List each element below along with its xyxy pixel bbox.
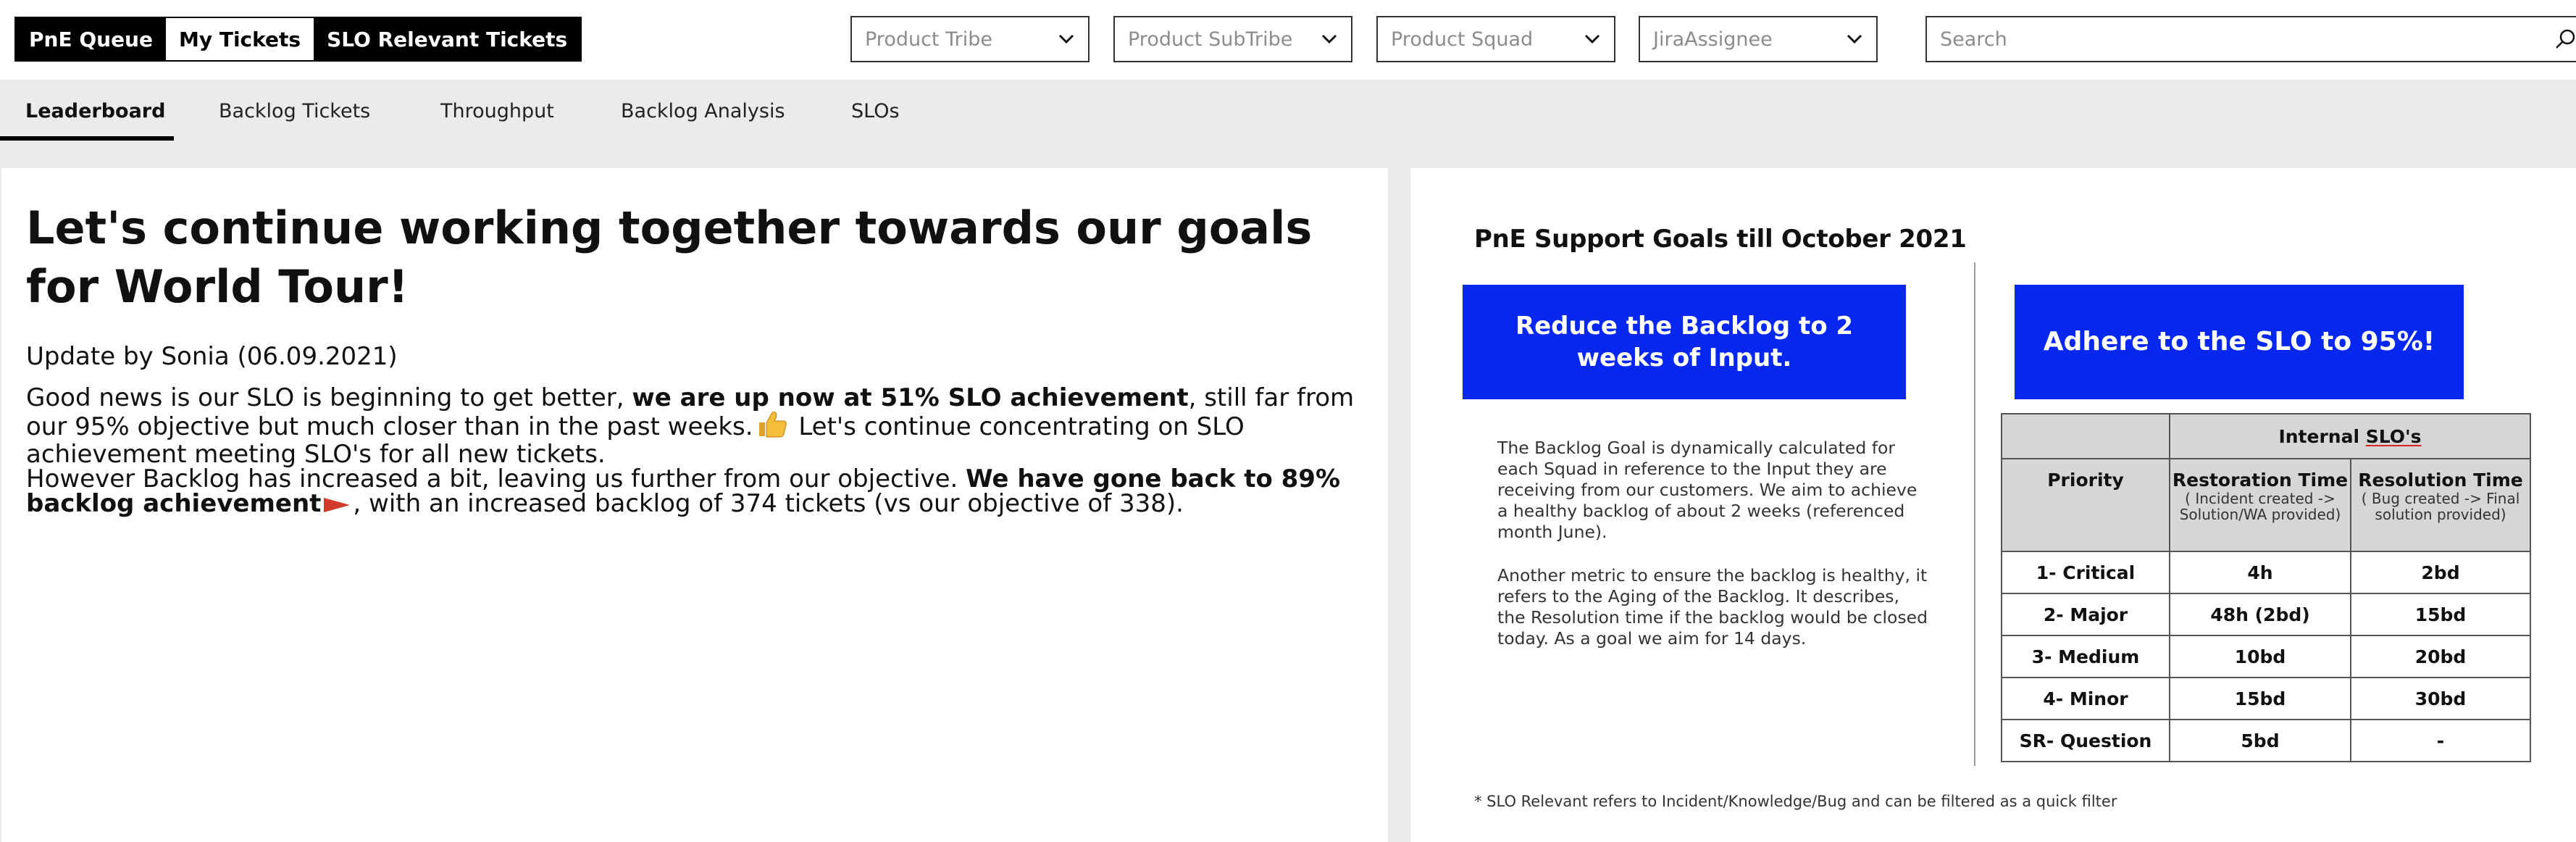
search-input[interactable] <box>1939 27 2535 51</box>
internal-slos-header: Internal SLO's <box>2169 413 2531 459</box>
tab-my-tickets[interactable]: My Tickets <box>165 18 314 60</box>
top-bar: PnE Queue My Tickets SLO Relevant Ticket… <box>0 0 2576 80</box>
restoration-cell: 15bd <box>2169 677 2351 720</box>
announcement-body: Good news is our SLO is beginning to get… <box>26 385 1373 518</box>
slo-table: Internal SLO's Priority Restoration Time… <box>2001 413 2531 762</box>
divider <box>1974 262 1975 766</box>
active-tab-indicator <box>0 136 174 141</box>
tab-slos[interactable]: SLOs <box>851 80 900 142</box>
resolution-cell: 30bd <box>2350 677 2531 720</box>
jira-assignee-label: JiraAssignee <box>1653 28 1773 51</box>
resolution-cell: - <box>2350 719 2531 762</box>
priority-cell: 2- Major <box>2001 593 2170 636</box>
body-text: Good news is our SLO is beginning to get… <box>26 383 632 412</box>
table-row: 1- Critical 4h 2bd <box>2001 551 2531 594</box>
resolution-cell: 15bd <box>2350 593 2531 636</box>
header-text: Internal <box>2278 425 2366 447</box>
table-corner-cell <box>2001 413 2170 459</box>
search-box <box>1925 16 2576 62</box>
table-row: 4- Minor 15bd 30bd <box>2001 677 2531 720</box>
tab-backlog-analysis[interactable]: Backlog Analysis <box>621 80 785 142</box>
body-highlight: we are up now at 51% SLO achievement <box>632 383 1189 412</box>
body-text: , with an increased backlog of 374 ticke… <box>353 489 1184 518</box>
priority-cell: 4- Minor <box>2001 677 2170 720</box>
restoration-cell: 48h (2bd) <box>2169 593 2351 636</box>
update-byline: Update by Sonia (06.09.2021) <box>26 342 398 371</box>
chevron-down-icon <box>1321 33 1338 45</box>
chevron-down-icon <box>1846 33 1863 45</box>
tab-leaderboard[interactable]: Leaderboard <box>25 80 165 142</box>
priority-column-header: Priority <box>2001 458 2170 552</box>
slo-footnote: * SLO Relevant refers to Incident/Knowle… <box>1474 793 2117 810</box>
product-squad-dropdown[interactable]: Product Squad <box>1376 16 1615 62</box>
header-subtext: ( Bug created -> Final solution provided… <box>2361 490 2520 523</box>
tab-throughput[interactable]: Throughput <box>440 80 554 142</box>
resolution-cell: 2bd <box>2350 551 2531 594</box>
red-triangle-flag-icon <box>322 493 351 518</box>
restoration-cell: 10bd <box>2169 635 2351 678</box>
tab-slo-relevant-tickets[interactable]: SLO Relevant Tickets <box>314 18 581 60</box>
goals-panel: PnE Support Goals till October 2021 Redu… <box>1410 168 2576 842</box>
product-subtribe-label: Product SubTribe <box>1128 28 1293 51</box>
restoration-cell: 4h <box>2169 551 2351 594</box>
priority-cell: 1- Critical <box>2001 551 2170 594</box>
restoration-time-header: Restoration Time( Incident created -> So… <box>2169 458 2351 552</box>
product-squad-label: Product Squad <box>1391 28 1534 51</box>
table-row: 3- Medium 10bd 20bd <box>2001 635 2531 678</box>
priority-cell: 3- Medium <box>2001 635 2170 678</box>
page-title: Let's continue working together towards … <box>26 201 1313 313</box>
chevron-down-icon <box>1058 33 1075 45</box>
header-text: Resolution Time <box>2358 470 2523 491</box>
announcement-panel: Let's continue working together towards … <box>1 168 1388 842</box>
tab-backlog-tickets[interactable]: Backlog Tickets <box>219 80 370 142</box>
resolution-time-header: Resolution Time( Bug created -> Final so… <box>2350 458 2531 552</box>
table-row: 2- Major 48h (2bd) 15bd <box>2001 593 2531 636</box>
header-text: SLO's <box>2365 425 2422 447</box>
backlog-goal-banner: Reduce the Backlog to 2 weeks of Input. <box>1463 285 1906 399</box>
chevron-down-icon <box>1584 33 1601 45</box>
nav-tab-bar: Leaderboard Backlog Tickets Throughput B… <box>0 80 2576 142</box>
thumbs-up-icon <box>756 410 788 442</box>
backlog-aging-description: Another metric to ensure the backlog is … <box>1497 565 1928 649</box>
slo-goal-banner: Adhere to the SLO to 95%! <box>2015 285 2464 399</box>
backlog-goal-description: The Backlog Goal is dynamically calculat… <box>1497 438 1918 542</box>
resolution-cell: 20bd <box>2350 635 2531 678</box>
restoration-cell: 5bd <box>2169 719 2351 762</box>
product-tribe-dropdown[interactable]: Product Tribe <box>850 16 1090 62</box>
header-text: Restoration Time <box>2172 470 2349 491</box>
queue-tab-group: PnE Queue My Tickets SLO Relevant Ticket… <box>14 17 582 62</box>
goals-title: PnE Support Goals till October 2021 <box>1474 225 1967 254</box>
jira-assignee-dropdown[interactable]: JiraAssignee <box>1639 16 1878 62</box>
table-row: SR- Question 5bd - <box>2001 719 2531 762</box>
product-subtribe-dropdown[interactable]: Product SubTribe <box>1113 16 1352 62</box>
search-icon[interactable] <box>2551 28 2576 55</box>
priority-cell: SR- Question <box>2001 719 2170 762</box>
tab-pne-queue[interactable]: PnE Queue <box>16 18 166 60</box>
header-subtext: ( Incident created -> Solution/WA provid… <box>2179 490 2341 523</box>
product-tribe-label: Product Tribe <box>865 28 992 51</box>
